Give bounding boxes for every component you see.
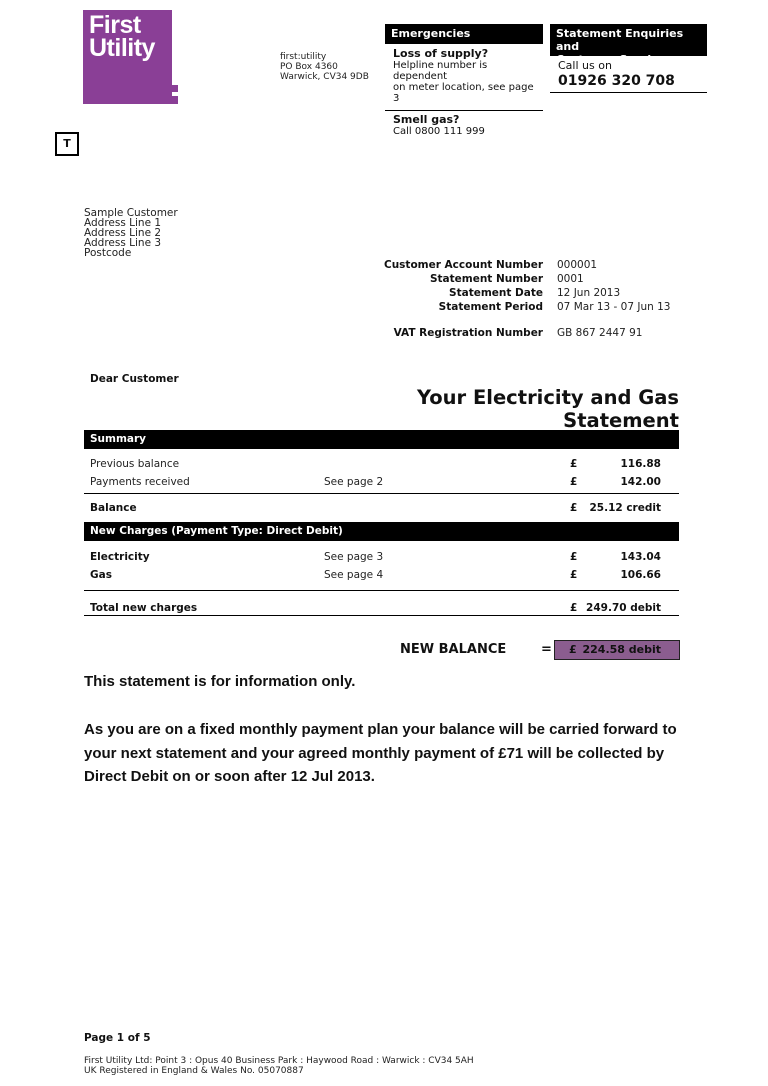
row-label: Gas: [90, 569, 112, 581]
row-label: Payments received: [90, 476, 190, 488]
statement-summary-table: Summary Previous balance £ 116.88 Paymen…: [84, 430, 679, 616]
currency-symbol: £: [570, 458, 578, 470]
currency-symbol: £: [570, 551, 578, 563]
footer-company-address: First Utility Ltd: Point 3 : Opus 40 Bus…: [84, 1056, 474, 1076]
loss-of-supply-section: Loss of supply? Helpline number is depen…: [385, 44, 543, 108]
loss-of-supply-text: on meter location, see page 3: [393, 82, 534, 104]
charges-row-gas: Gas See page 4 £ 106.66: [84, 566, 679, 584]
summary-row-payments-received: Payments received See page 2 £ 142.00: [84, 473, 679, 491]
balance-amount: 25.12 credit: [589, 502, 661, 514]
currency-symbol: £: [570, 502, 578, 514]
currency-symbol: £: [570, 569, 578, 581]
total-new-charges-row: Total new charges £ 249.70 debit: [84, 591, 679, 615]
summary-header: Summary: [84, 430, 679, 449]
total-label: Total new charges: [90, 602, 198, 614]
new-balance-box: £ 224.58 debit: [554, 640, 680, 660]
page-number: Page 1 of 5: [84, 1032, 151, 1044]
new-balance-amount: 224.58 debit: [582, 643, 661, 656]
vat-row: VAT Registration Number GB 867 2447 91: [380, 326, 700, 340]
row-reference: See page 3: [324, 551, 384, 563]
logo-text: First Utility: [89, 13, 155, 62]
detail-value: 0001: [557, 273, 584, 285]
statement-date-row: Statement Date 12 Jun 2013: [380, 286, 700, 300]
loss-of-supply-heading: Loss of supply?: [393, 47, 489, 60]
charges-row-electricity: Electricity See page 3 £ 143.04: [84, 548, 679, 566]
customer-address-line: Postcode: [84, 247, 132, 259]
greeting: Dear Customer: [90, 373, 179, 385]
account-details: Customer Account Number 000001 Statement…: [380, 258, 700, 340]
return-address-line: PO Box 4360: [280, 62, 338, 72]
logo-notch-top: [172, 85, 178, 92]
currency-symbol: £: [570, 602, 578, 614]
row-amount: 142.00: [620, 476, 661, 488]
loss-of-supply-text: Helpline number is dependent: [393, 60, 488, 82]
balance-label: Balance: [90, 502, 137, 514]
equals-sign: =: [541, 642, 552, 657]
t-marker-box: T: [55, 132, 79, 156]
statement-title: Your Electricity and Gas Statement: [416, 386, 679, 432]
total-amount: 249.70 debit: [586, 602, 661, 614]
emergencies-divider: [385, 110, 543, 111]
smell-gas-section: Smell gas? Call 0800 111 999: [385, 114, 543, 141]
payment-plan-note: As you are on a fixed monthly payment pl…: [84, 721, 677, 785]
enquiries-divider: [550, 92, 707, 93]
enquiries-panel: Statement Enquiries and Customer Service…: [550, 24, 707, 93]
account-number-row: Customer Account Number 000001: [380, 258, 700, 272]
row-reference: See page 4: [324, 569, 384, 581]
row-amount: 106.66: [620, 569, 661, 581]
detail-value: 000001: [557, 259, 598, 271]
detail-label: Statement Date: [449, 287, 543, 299]
footer-address-line: First Utility Ltd: Point 3 : Opus 40 Bus…: [84, 1056, 474, 1066]
customer-service-phone: 01926 320 708: [558, 73, 675, 89]
information-only-notice: This statement is for information only.: [84, 673, 356, 690]
detail-label: Customer Account Number: [384, 259, 543, 271]
detail-value: 07 Mar 13 - 07 Jun 13: [557, 301, 671, 313]
row-amount: 143.04: [620, 551, 661, 563]
balance-row: Balance £ 25.12 credit: [84, 494, 679, 520]
vat-value: GB 867 2447 91: [557, 327, 643, 339]
row-amount: 116.88: [620, 458, 661, 470]
customer-address: Sample Customer Address Line 1 Address L…: [84, 208, 178, 259]
statement-period-row: Statement Period 07 Mar 13 - 07 Jun 13: [380, 300, 700, 314]
detail-label: Statement Period: [438, 301, 543, 313]
currency-symbol: £: [570, 476, 578, 488]
row-label: Electricity: [90, 551, 150, 563]
detail-value: 12 Jun 2013: [557, 287, 621, 299]
logo-line-2: Utility: [89, 34, 155, 62]
return-address-line: Warwick, CV34 9DB: [280, 72, 369, 82]
footer-registration-line: UK Registered in England & Wales No. 050…: [84, 1066, 304, 1076]
row-label: Previous balance: [90, 458, 180, 470]
detail-label: Statement Number: [429, 273, 543, 285]
logo-notch-bottom: [172, 96, 178, 104]
emergencies-header: Emergencies: [385, 24, 543, 44]
new-balance-label: NEW BALANCE: [400, 642, 507, 657]
first-utility-logo: First Utility: [83, 10, 178, 104]
emergencies-panel: Emergencies Loss of supply? Helpline num…: [385, 24, 543, 141]
enquiries-title-line: Statement Enquiries and: [556, 27, 684, 53]
vat-label: VAT Registration Number: [393, 327, 543, 339]
currency-symbol: £: [569, 643, 577, 656]
summary-row-previous-balance: Previous balance £ 116.88: [84, 455, 679, 473]
row-reference: See page 2: [324, 476, 384, 488]
smell-gas-phone: Call 0800 111 999: [393, 126, 485, 137]
statement-number-row: Statement Number 0001: [380, 272, 700, 286]
smell-gas-heading: Smell gas?: [393, 113, 460, 126]
return-address: first:utility PO Box 4360 Warwick, CV34 …: [280, 52, 369, 82]
new-charges-header: New Charges (Payment Type: Direct Debit): [84, 522, 679, 541]
enquiries-header: Statement Enquiries and Customer Service: [550, 24, 707, 66]
return-address-line: first:utility: [280, 52, 327, 62]
